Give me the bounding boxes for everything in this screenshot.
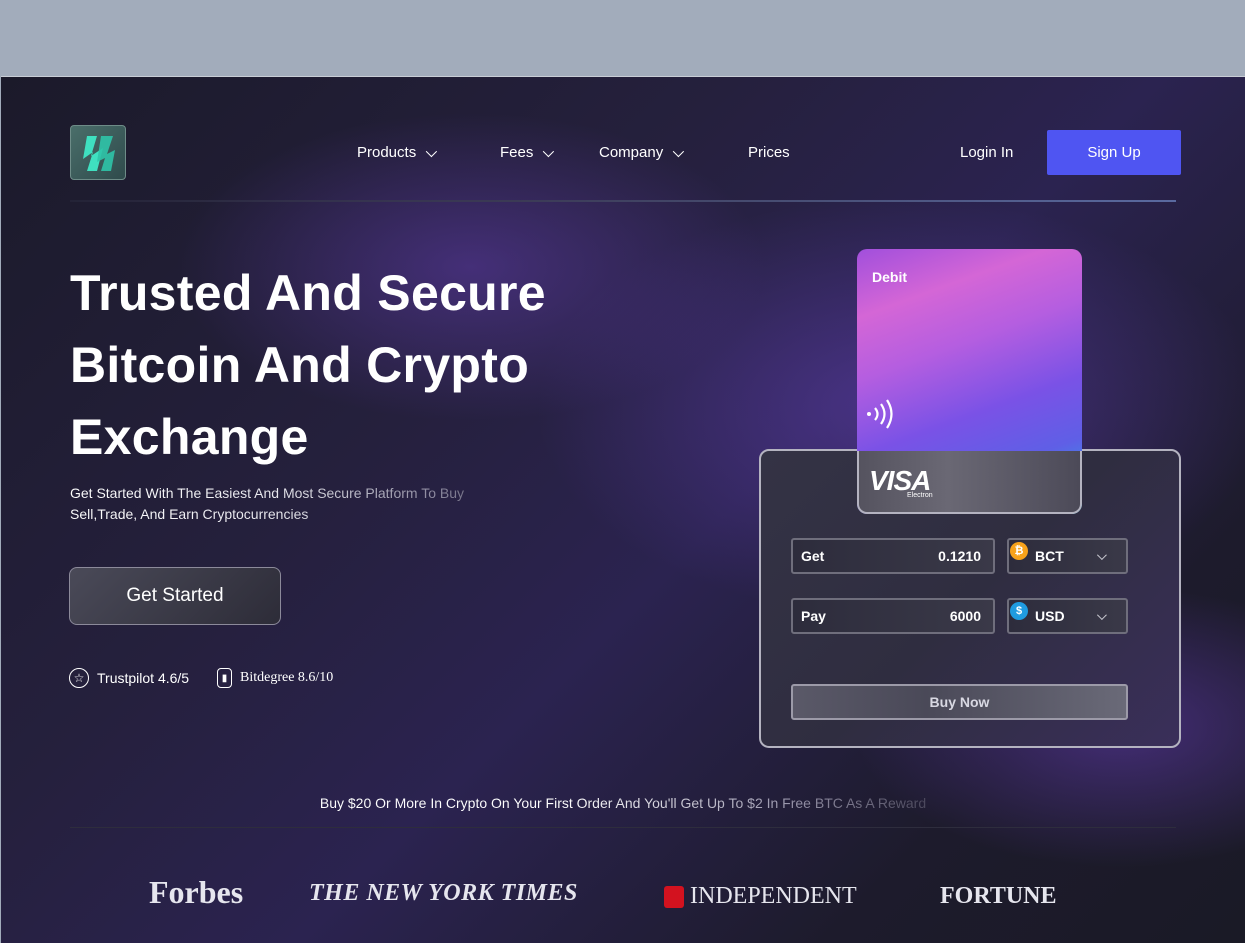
promo-text: Buy $20 Or More In Crypto On Your First …: [319, 795, 927, 811]
bitdegree-rating: ▮ Bitdegree 8.6/10: [217, 668, 333, 688]
pay-label: Pay: [801, 608, 826, 624]
hero-title: Trusted And Secure Bitcoin And Crypto Ex…: [70, 265, 546, 465]
chevron-down-icon: [1096, 550, 1107, 561]
bitcoin-icon: ₿: [1010, 542, 1028, 560]
trustpilot-label: Trustpilot 4.6/5: [97, 670, 190, 686]
nav-prices-label: Prices: [748, 144, 790, 161]
buy-now-button[interactable]: Buy Now: [791, 684, 1128, 720]
forbes-logo: Forbes: [149, 874, 244, 910]
nyt-logo: THE NEW YORK TIMES: [309, 880, 578, 906]
visa-sub-label: Electron: [907, 492, 933, 499]
nav-products[interactable]: Products: [357, 144, 438, 161]
card-type-label: Debit: [872, 269, 907, 285]
pay-currency-select[interactable]: $ USD: [1007, 598, 1128, 634]
chevron-down-icon: [1096, 610, 1107, 621]
independent-logo: INDEPENDENT: [664, 883, 857, 910]
nav-company[interactable]: Company: [599, 144, 685, 161]
brand-logo-icon[interactable]: [70, 125, 126, 180]
star-icon: ☆: [69, 668, 89, 688]
nav-products-label: Products: [357, 144, 417, 161]
chevron-down-icon: [543, 145, 555, 157]
nav-prices[interactable]: Prices: [748, 144, 790, 161]
pay-currency-label: USD: [1035, 608, 1065, 624]
independent-label: INDEPENDENT: [690, 883, 857, 909]
contactless-icon: [865, 399, 899, 435]
eagle-icon: [664, 885, 684, 908]
get-currency-label: BCT: [1035, 548, 1064, 564]
card-brand-strip: VISA Electron: [857, 451, 1082, 514]
promo-banner: Buy $20 Or More In Crypto On Your First …: [1, 795, 1245, 811]
hero-subtitle: Get Started With The Easiest And Most Se…: [70, 483, 530, 525]
get-amount-field[interactable]: Get 0.1210: [791, 538, 995, 574]
bitdegree-label: Bitdegree 8.6/10: [240, 670, 334, 685]
chevron-down-icon: [672, 145, 685, 157]
login-link[interactable]: Login In: [960, 144, 1013, 161]
trustpilot-rating: ☆ Trustpilot 4.6/5: [69, 668, 189, 688]
landing-page: Products Fees Company Prices Login In Si…: [1, 76, 1245, 943]
fortune-logo: FORTUNE: [940, 883, 1057, 909]
nav-fees[interactable]: Fees: [500, 144, 555, 161]
pay-amount-field[interactable]: Pay 6000: [791, 598, 995, 634]
top-bar: [0, 0, 1245, 76]
get-label: Get: [801, 548, 825, 564]
get-currency-select[interactable]: ₿ BCT: [1007, 538, 1128, 574]
nav-divider: [70, 200, 1176, 202]
signup-button[interactable]: Sign Up: [1047, 130, 1181, 175]
dollar-icon: $: [1010, 602, 1028, 620]
get-value: 0.1210: [938, 548, 981, 564]
pay-value: 6000: [949, 608, 981, 624]
get-started-button[interactable]: Get Started: [69, 567, 281, 625]
badge-icon: ▮: [217, 668, 232, 688]
nav-company-label: Company: [599, 144, 664, 161]
chevron-down-icon: [425, 145, 438, 157]
nav-fees-label: Fees: [500, 144, 534, 161]
promo-divider: [70, 827, 1176, 828]
